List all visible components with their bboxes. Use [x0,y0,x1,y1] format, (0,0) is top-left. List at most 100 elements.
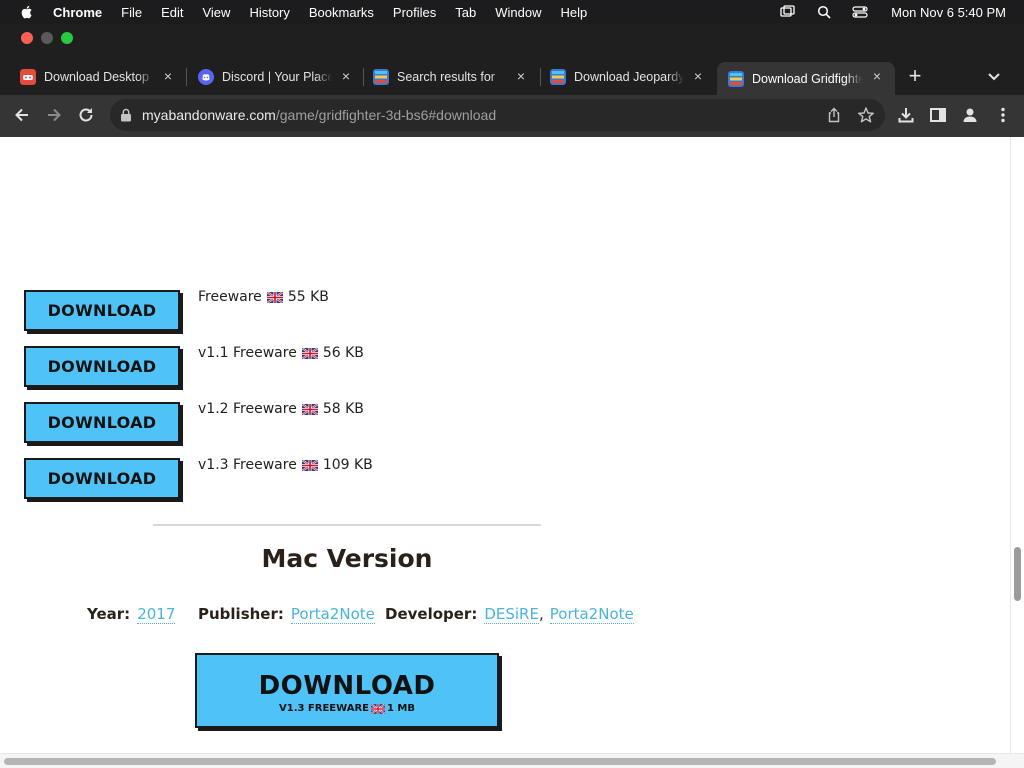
back-arrow-icon[interactable] [12,105,32,125]
close-window-button[interactable] [21,32,33,44]
tab-title: Download Desktop [44,69,149,84]
year-link[interactable]: 2017 [137,605,176,624]
vertical-scroll-thumb[interactable] [1014,547,1021,601]
address-url[interactable]: myabandonware.com/game/gridfighter-3d-bs… [142,107,496,123]
menu-app-name[interactable]: Chrome [53,5,102,20]
menu-help[interactable]: Help [561,5,588,20]
discord-icon [198,68,214,85]
download-version: v1.1 [198,345,229,361]
address-bar[interactable]: myabandonware.com/game/gridfighter-3d-bs… [110,99,885,131]
downloads-icon[interactable] [896,105,916,125]
mac-download-subtitle: V1.3 FREEWARE 1 MB [197,703,497,714]
tab-search-results[interactable]: Search results for × [353,58,538,95]
download-button[interactable]: DOWNLOAD [24,290,180,331]
minimize-window-button[interactable] [41,32,53,44]
download-size: 58 KB [322,401,364,417]
publisher-link[interactable]: Porta2Note [290,605,375,624]
download-size: 56 KB [322,345,364,361]
tab-title: Download Gridfighter [752,71,862,86]
tab-download-jeopardy[interactable]: Download Jeopardy × [530,58,715,95]
tab-title: Discord | Your Place [222,69,332,84]
reload-icon[interactable] [76,105,96,125]
tab-close-icon[interactable]: × [339,69,353,83]
menu-bookmarks[interactable]: Bookmarks [309,5,374,20]
menubar-status-area: Mon Nov 6 5:40 PM [761,0,1006,24]
download-license: Freeware [233,457,297,473]
mac-version-heading: Mac Version [261,544,433,573]
bookmark-star-icon[interactable] [857,106,875,124]
vertical-scrollbar[interactable] [1010,137,1024,753]
side-panel-icon[interactable] [928,105,948,125]
more-menu-icon[interactable] [993,105,1013,125]
tab-close-icon[interactable]: × [691,69,705,83]
tab-discord[interactable]: Discord | Your Place × [178,58,363,95]
download-size: 55 KB [287,289,329,305]
horizontal-scroll-thumb[interactable] [4,758,996,765]
download-license: Freeware [233,345,297,361]
year-label: Year: [87,605,131,623]
download-button[interactable]: DOWNLOAD [24,402,180,443]
zoom-window-button[interactable] [61,32,73,44]
horizontal-scrollbar[interactable] [0,753,1024,768]
mac-year: Year: 2017 [87,605,176,624]
menu-file[interactable]: File [121,5,142,20]
download-version: v1.3 [198,457,229,473]
download-button[interactable]: DOWNLOAD [24,458,180,499]
forward-arrow-icon[interactable] [44,105,64,125]
developer-label: Developer: [385,605,478,623]
uk-flag-icon [301,459,318,471]
section-divider [153,524,541,526]
comma-separator: , [538,605,544,623]
download-info: v1.2 Freeware 58 KB [198,401,364,417]
menu-history[interactable]: History [249,5,289,20]
uk-flag-icon [301,403,318,415]
abandonware-icon [373,68,389,85]
tab-title: Download Jeopardy [574,69,684,84]
address-path: /game/gridfighter-3d-bs6#download [275,107,497,123]
developer-link[interactable]: Porta2Note [549,605,634,624]
controller-icon [20,68,36,85]
tab-close-icon[interactable]: × [161,69,175,83]
new-tab-button[interactable]: + [905,65,925,87]
apple-icon[interactable] [19,4,35,20]
menu-view[interactable]: View [202,5,230,20]
publisher-label: Publisher: [198,605,284,623]
tab-close-icon[interactable]: × [514,69,528,83]
control-center-icon[interactable] [851,4,869,20]
download-license: Freeware [233,401,297,417]
spotlight-search-icon[interactable] [815,4,833,20]
uk-flag-icon [266,291,283,303]
developer-link[interactable]: DESiRE [484,605,539,624]
download-button[interactable]: DOWNLOAD [24,346,180,387]
download-info: Freeware 55 KB [198,289,329,305]
tab-title: Search results for [397,69,495,84]
screen-mirroring-icon[interactable] [779,4,797,20]
address-host: myabandonware.com [142,107,276,123]
mac-developer: Developer: DESiRE, Porta2Note [385,605,634,624]
abandonware-icon [550,68,566,85]
uk-flag-icon [370,703,385,714]
menu-edit[interactable]: Edit [161,5,183,20]
menu-profiles[interactable]: Profiles [393,5,436,20]
profile-icon[interactable] [960,105,980,125]
lock-icon[interactable] [120,108,132,122]
download-info: v1.1 Freeware 56 KB [198,345,364,361]
window-titlebar [0,24,1024,58]
mac-download-size: 1 MB [386,703,415,714]
download-version: v1.2 [198,401,229,417]
download-license: Freeware [198,289,262,305]
mac-download-version: V1.3 FREEWARE [279,703,369,714]
download-size: 109 KB [322,457,373,473]
tab-close-icon[interactable]: × [870,69,884,83]
tab-search-chevron-icon[interactable] [985,68,1003,86]
menubar-clock[interactable]: Mon Nov 6 5:40 PM [891,5,1006,20]
tab-download-gridfighter[interactable]: Download Gridfighter × [717,62,895,95]
abandonware-icon [728,70,744,87]
page-content: DOWNLOAD Freeware 55 KB DOWNLOAD v1.1 Fr… [0,137,1010,753]
mac-download-button[interactable]: DOWNLOAD V1.3 FREEWARE 1 MB [195,653,499,728]
menu-window[interactable]: Window [495,5,541,20]
menu-tab[interactable]: Tab [455,5,476,20]
share-icon[interactable] [826,107,842,123]
tab-download-desktop[interactable]: Download Desktop × [0,58,185,95]
mac-publisher: Publisher: Porta2Note [198,605,375,624]
